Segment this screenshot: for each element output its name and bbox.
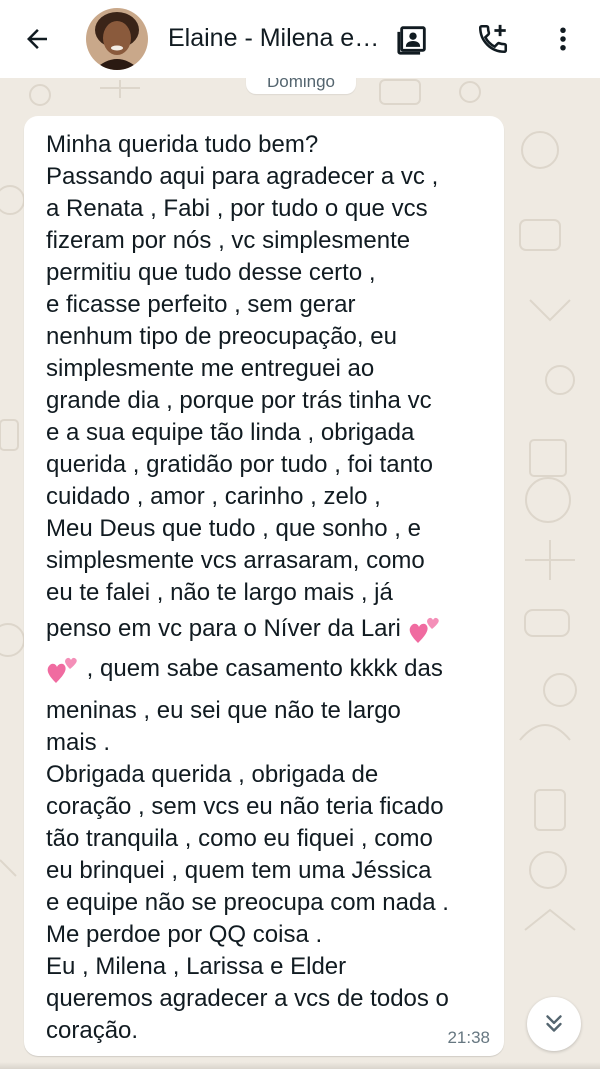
message-line: e equipe não se preocupa com nada . (46, 889, 449, 916)
more-options-button[interactable] (538, 14, 588, 64)
message-line: nenhum tipo de preocupação, eu (46, 323, 397, 350)
message-line: Passando aqui para agradecer a vc , (46, 163, 439, 190)
contact-card-button[interactable] (388, 14, 438, 64)
message-line-text: , quem sabe casamento kkkk das (86, 655, 443, 682)
message-line: fizeram por nós , vc simplesmente (46, 227, 411, 254)
contact-name[interactable]: Elaine - Milena e Larissa (168, 22, 383, 54)
more-vert-icon (560, 27, 566, 51)
message-bubble[interactable]: Minha querida tudo bem? Passando aqui pa… (24, 116, 504, 1056)
add-call-icon (478, 24, 508, 54)
scroll-to-bottom-button[interactable] (527, 997, 581, 1051)
message-line: e ficasse perfeito , sem gerar (46, 291, 356, 318)
double-chevron-down-icon (546, 1015, 562, 1032)
message-timestamp: 21:38 (447, 1028, 490, 1047)
message-line: simplesmente vcs arrasaram, como (46, 547, 425, 574)
message-line: Meu Deus que tudo , que sonho , e (46, 515, 421, 542)
message-line: coração , sem vcs eu não teria ficado (46, 793, 444, 820)
contact-avatar[interactable] (86, 8, 148, 70)
two-hearts-emoji-icon (47, 657, 77, 683)
avatar-photo-icon (86, 8, 148, 70)
next-message-edge (0, 1062, 600, 1069)
contact-card-icon (397, 26, 426, 55)
message-line-text: penso em vc para o Níver da Lari (46, 615, 401, 642)
message-line: simplesmente me entreguei ao (46, 355, 375, 382)
message-line: meninas , eu sei que não te largo (46, 697, 401, 724)
message-line: Minha querida tudo bem? (46, 131, 319, 158)
message-line-with-emoji: , quem sabe casamento kkkk das (46, 654, 443, 685)
message-line: mais . (46, 729, 111, 756)
message-line: eu brinquei , quem tem uma Jéssica (46, 857, 432, 884)
message-line: e a sua equipe tão linda , obrigada (46, 419, 415, 446)
message-line: a Renata , Fabi , por tudo o que vcs (46, 195, 428, 222)
chat-header: Elaine - Milena e Larissa (0, 0, 600, 78)
message-line: queremos agradecer a vcs de todos o (46, 985, 449, 1012)
message-line: querida , gratidão por tudo , foi tanto (46, 451, 433, 478)
message-line: cuidado , amor , carinho , zelo , (46, 483, 381, 510)
two-hearts-emoji-icon (409, 617, 439, 643)
message-line: Eu , Milena , Larissa e Elder (46, 953, 347, 980)
message-line: Obrigada querida , obrigada de (46, 761, 379, 788)
message-line-with-emoji: penso em vc para o Níver da Lari (46, 614, 442, 645)
message-line: tão tranquila , como eu fiquei , como (46, 825, 433, 852)
message-line: coração. (46, 1017, 139, 1044)
message-line: permitiu que tudo desse certo , (46, 259, 376, 286)
message-line: eu te falei , não te largo mais , já (46, 579, 393, 606)
add-call-button[interactable] (468, 14, 518, 64)
back-arrow-icon (27, 29, 47, 49)
message-line: Me perdoe por QQ coisa . (46, 921, 323, 948)
message-line: grande dia , porque por trás tinha vc (46, 387, 432, 414)
back-button[interactable] (14, 16, 60, 62)
